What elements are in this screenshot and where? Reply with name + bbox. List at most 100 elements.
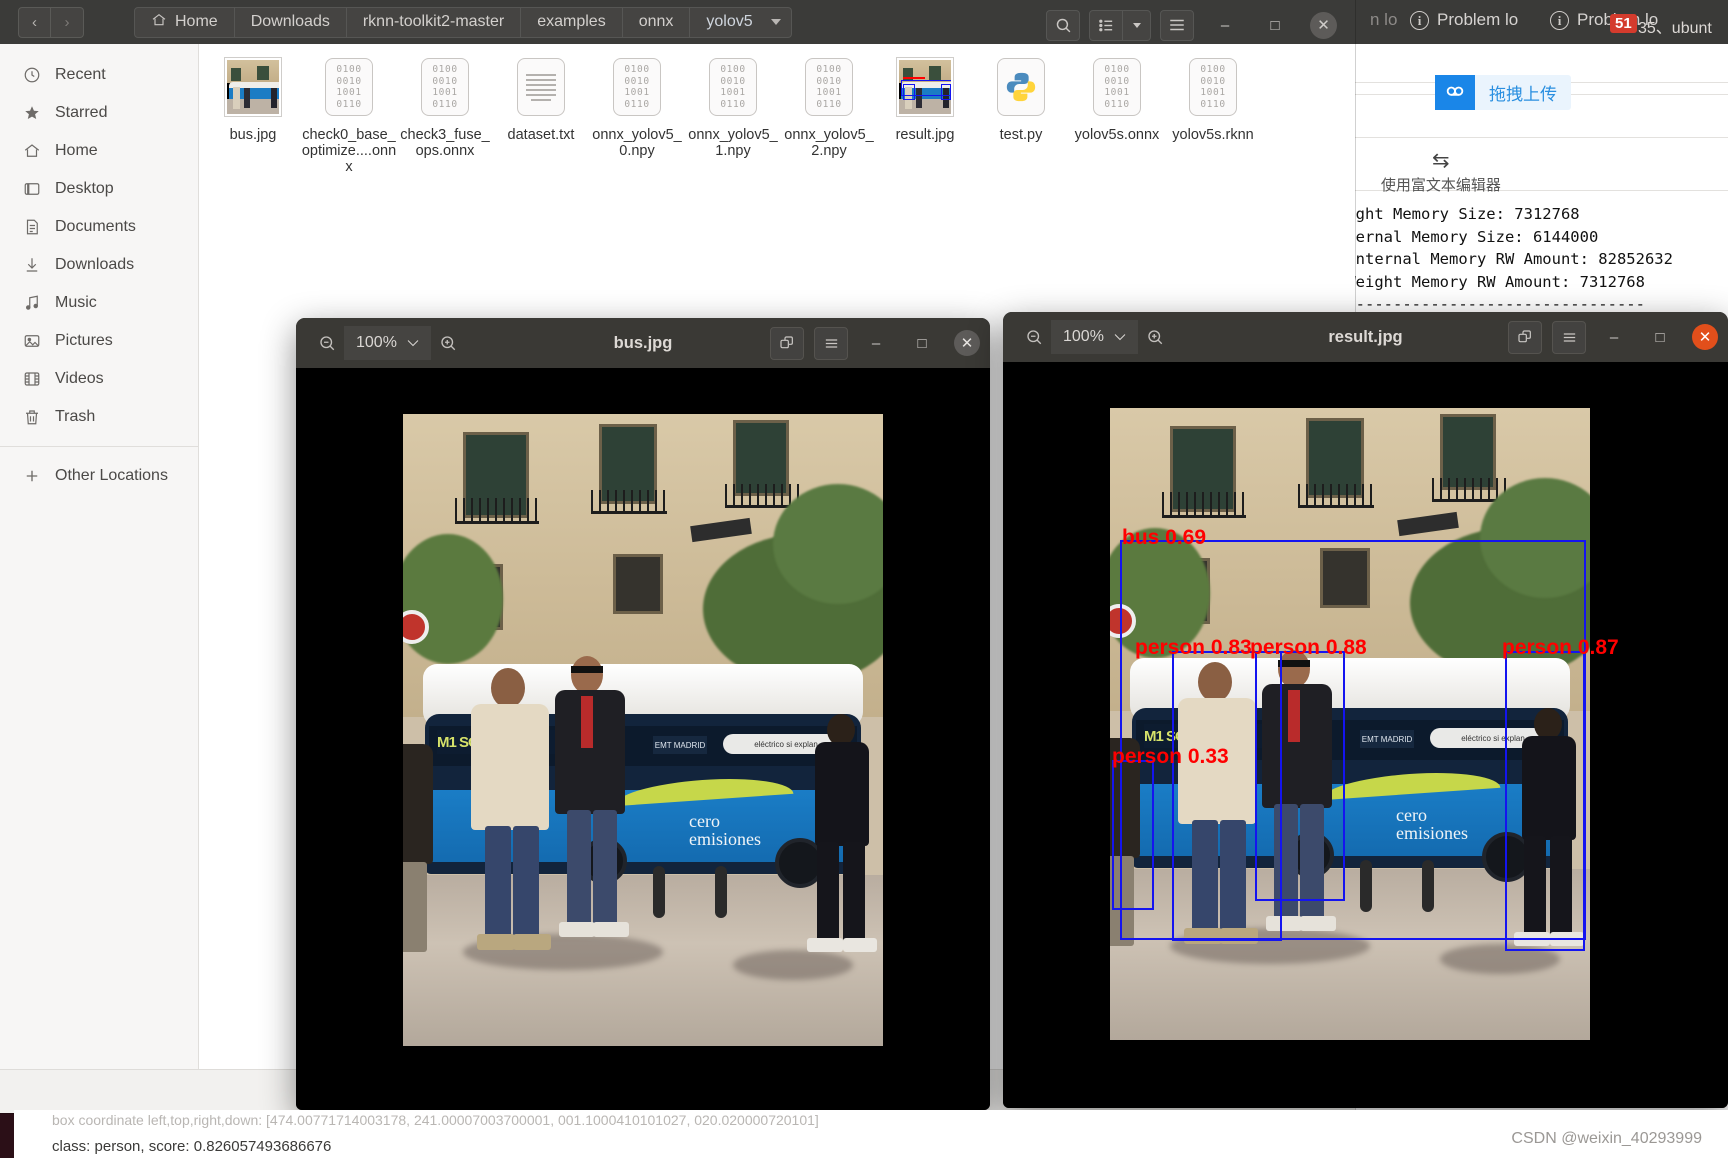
breadcrumb-item-rknn-toolkit2-master[interactable]: rknn-toolkit2-master — [346, 6, 522, 38]
document-icon — [22, 218, 41, 237]
file-item[interactable]: bus.jpg — [205, 52, 301, 143]
viewer-bus-canvas[interactable]: M1 SOL-SEVILLAEMT MADRIDeléctrico si exp… — [296, 368, 990, 1110]
sidebar-item-trash[interactable]: Trash — [0, 398, 198, 436]
hamburger-icon[interactable] — [814, 326, 848, 360]
binary-file-icon: 0100 0010 1001 0110 — [613, 58, 661, 116]
tab-problem-1-label: Problem lo — [1437, 10, 1519, 29]
sidebar-item-label: Downloads — [55, 256, 135, 273]
file-label: onnx_yolov5_2.npy — [784, 127, 874, 159]
viewer-bus-zoom-controls: 100% — [310, 326, 465, 360]
tab-problem-1[interactable]: i Problem lo — [1410, 10, 1518, 30]
clock-icon — [22, 66, 41, 85]
file-item[interactable]: result.jpg — [877, 52, 973, 143]
zoom-in-icon[interactable] — [1138, 320, 1172, 354]
file-item[interactable]: test.py — [973, 52, 1069, 143]
detection-box — [1255, 651, 1345, 901]
detection-label: bus 0.69 — [1122, 526, 1207, 549]
text-file-icon — [517, 58, 565, 116]
back-button[interactable]: ‹ — [18, 6, 51, 38]
breadcrumb-item-home[interactable]: Home — [134, 6, 235, 38]
sidebar-item-documents[interactable]: Documents — [0, 208, 198, 246]
zoom-out-icon[interactable] — [310, 326, 344, 360]
detection-box — [1505, 651, 1585, 951]
breadcrumb-item-downloads[interactable]: Downloads — [234, 6, 347, 38]
zoom-in-icon[interactable] — [431, 326, 465, 360]
download-icon — [22, 256, 41, 275]
sidebar-item-starred[interactable]: Starred — [0, 94, 198, 132]
file-label: onnx_yolov5_1.npy — [688, 127, 778, 159]
viewer-bus-close-button[interactable]: ✕ — [954, 330, 980, 356]
rich-text-editor-button[interactable]: ⇆ 使用富文本编辑器 — [1381, 150, 1501, 195]
file-item[interactable]: 0100 0010 1001 0110 onnx_yolov5_1.npy — [685, 52, 781, 159]
file-item[interactable]: 0100 0010 1001 0110 yolov5s.rknn — [1165, 52, 1261, 143]
breadcrumb-item-label: onnx — [638, 13, 674, 30]
viewer-result-close-button[interactable]: ✕ — [1692, 324, 1718, 350]
viewer-result-zoom-level-button[interactable]: 100% — [1051, 320, 1138, 354]
binary-file-icon: 0100 0010 1001 0110 — [325, 58, 373, 116]
viewer-result-minimize-button[interactable]: – — [1596, 319, 1632, 355]
viewer-bus-maximize-button[interactable]: □ — [904, 325, 940, 361]
picture-icon — [22, 332, 41, 351]
sidebar-item-home[interactable]: Home — [0, 132, 198, 170]
bus-photo: M1 SOL-SEVILLAEMT MADRIDeléctrico si exp… — [403, 414, 883, 1046]
sidebar-item-other-locations[interactable]: Other Locations — [0, 457, 198, 495]
file-item[interactable]: 0100 0010 1001 0110 onnx_yolov5_0.npy — [589, 52, 685, 159]
breadcrumb-item-label: Downloads — [250, 13, 330, 30]
sidebar-item-label: Music — [55, 294, 97, 311]
minimize-button[interactable]: – — [1206, 6, 1244, 44]
sidebar-item-desktop[interactable]: Desktop — [0, 170, 198, 208]
binary-file-icon: 0100 0010 1001 0110 — [421, 58, 469, 116]
drag-upload-button[interactable]: 拖拽上传 — [1435, 75, 1571, 110]
restore-icon[interactable] — [1508, 320, 1542, 354]
detection-overlay: bus 0.69 person 0.83 person 0.88 person 0.8… — [1110, 408, 1619, 1040]
sidebar-item-downloads[interactable]: Downloads — [0, 246, 198, 284]
drag-upload-label: 拖拽上传 — [1489, 85, 1557, 104]
info-icon: i — [1550, 10, 1569, 30]
viewer-bus-minimize-button[interactable]: – — [858, 325, 894, 361]
view-options-button[interactable] — [1123, 9, 1151, 41]
file-item[interactable]: 0100 0010 1001 0110 check3_fuse_ops.onnx — [397, 52, 493, 159]
file-item[interactable]: 0100 0010 1001 0110 check0_base_optimize....… — [301, 52, 397, 175]
viewer-bus-zoom-level-button[interactable]: 100% — [344, 326, 431, 360]
close-button[interactable]: ✕ — [1310, 11, 1337, 39]
breadcrumb-item-yolov5[interactable]: yolov5 — [690, 6, 792, 38]
binary-file-icon: 0100 0010 1001 0110 — [1189, 58, 1237, 116]
file-label: bus.jpg — [229, 127, 277, 143]
console-line-2: class: person, score: 0.826057493686676 — [52, 1138, 332, 1155]
sidebar-item-videos[interactable]: Videos — [0, 360, 198, 398]
sidebar-item-music[interactable]: Music — [0, 284, 198, 322]
memory-log-text: eight Memory Size: 7312768 nternal Memor… — [1337, 205, 1673, 313]
viewer-result-maximize-button[interactable]: □ — [1642, 319, 1678, 355]
chevron-down-icon — [407, 334, 419, 352]
file-item[interactable]: 0100 0010 1001 0110 onnx_yolov5_2.npy — [781, 52, 877, 159]
file-label: onnx_yolov5_0.npy — [592, 127, 682, 159]
binary-file-icon: 0100 0010 1001 0110 — [1093, 58, 1141, 116]
file-item[interactable]: 0100 0010 1001 0110 yolov5s.onnx — [1069, 52, 1165, 143]
sidebar-item-label: Home — [55, 142, 98, 159]
view-list-button[interactable] — [1089, 9, 1123, 41]
maximize-button[interactable]: □ — [1256, 6, 1294, 44]
header-buttons: – □ ✕ — [1037, 6, 1343, 44]
breadcrumb-item-examples[interactable]: examples — [521, 6, 623, 38]
tab-partial[interactable]: n lo — [1370, 10, 1397, 30]
hamburger-icon[interactable] — [1552, 320, 1586, 354]
info-icon: i — [1410, 10, 1429, 30]
music-icon — [22, 294, 41, 313]
zoom-out-icon[interactable] — [1017, 320, 1051, 354]
breadcrumb-item-label: yolov5 — [706, 13, 753, 30]
sidebar-item-pictures[interactable]: Pictures — [0, 322, 198, 360]
viewer-result-canvas[interactable]: M1 SOL-SEVILLAEMT MADRIDeléctrico si exp… — [1003, 362, 1728, 1108]
chevron-down-icon — [770, 19, 781, 25]
restore-icon[interactable] — [770, 326, 804, 360]
breadcrumb-item-onnx[interactable]: onnx — [622, 6, 691, 38]
watermark: CSDN @weixin_40293999 — [1511, 1130, 1702, 1147]
python-file-icon — [997, 58, 1045, 116]
sidebar-item-recent[interactable]: Recent — [0, 56, 198, 94]
search-button[interactable] — [1046, 9, 1080, 41]
file-label: check0_base_optimize....onnx — [301, 127, 397, 175]
forward-button[interactable]: › — [51, 6, 84, 38]
plus-icon — [22, 467, 41, 486]
main-menu-button[interactable] — [1160, 9, 1194, 41]
trash-icon — [22, 408, 41, 427]
file-item[interactable]: dataset.txt — [493, 52, 589, 143]
